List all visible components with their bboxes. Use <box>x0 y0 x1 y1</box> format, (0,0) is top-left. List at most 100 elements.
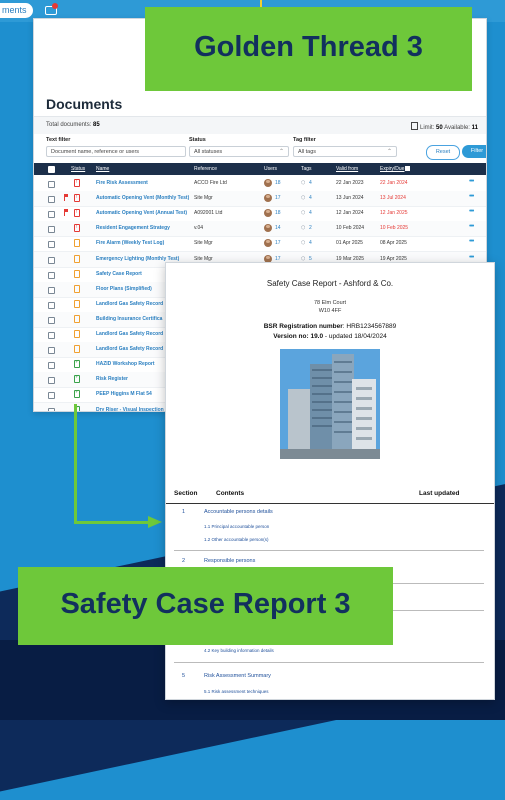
users-count[interactable]: 17 <box>275 195 281 201</box>
document-name-link[interactable]: Risk Register <box>96 376 128 382</box>
row-checkbox[interactable] <box>48 211 55 219</box>
status-icon <box>74 314 80 323</box>
tag-filter-select[interactable]: All tags ⌃ <box>293 146 397 157</box>
row-checkbox[interactable] <box>48 347 55 355</box>
document-reference: A092001 Ltd <box>194 210 223 217</box>
tags-count[interactable]: 4 <box>309 180 312 186</box>
document-name-link[interactable]: Dry Riser - Visual Inspection <box>96 407 164 412</box>
more-actions-icon[interactable]: ••• <box>469 254 474 261</box>
table-row[interactable]: Automatic Opening Vent (Annual Test) A092… <box>34 206 486 223</box>
valid-from-date: 01 Apr 2025 <box>336 240 363 247</box>
row-checkbox[interactable] <box>48 241 55 249</box>
document-name-link[interactable]: Floor Plans (Simplified) <box>96 286 152 292</box>
row-checkbox[interactable] <box>48 362 55 370</box>
document-name-link[interactable]: Fire Risk Assessment <box>96 180 148 186</box>
document-name-link[interactable]: Safety Case Report <box>96 271 142 277</box>
column-expiry[interactable]: Expiry/Due <box>380 166 411 172</box>
document-name-link[interactable]: Fire Alarm (Weekly Test Log) <box>96 240 164 246</box>
toc-divider <box>174 662 484 663</box>
row-checkbox[interactable] <box>48 286 55 294</box>
toc-section-number: 2 <box>182 558 186 564</box>
toc-subsection-link[interactable]: 4.2 Key building information details <box>204 648 274 653</box>
reset-button[interactable]: Reset <box>426 145 460 160</box>
document-reference: v.04 <box>194 225 204 232</box>
filter-button[interactable]: Filter <box>462 145 486 158</box>
table-row[interactable]: Resident Engagement Strategy v.04 14 ⬡2 10 F… <box>34 221 486 238</box>
status-icon <box>74 254 80 263</box>
tag-icon: ⬡ <box>301 225 306 232</box>
status-filter-label: Status <box>189 137 206 143</box>
row-checkbox[interactable] <box>48 271 55 279</box>
tags-count[interactable]: 2 <box>309 225 312 231</box>
document-name-link[interactable]: Emergency Lighting (Monthly Test) <box>96 256 179 262</box>
document-name-link[interactable]: Landlord Gas Safety Record <box>96 301 163 307</box>
tags-count[interactable]: 4 <box>309 195 312 201</box>
status-filter-select[interactable]: All statuses ⌃ <box>189 146 289 157</box>
sort-icon <box>405 166 411 171</box>
toc-section-link[interactable]: Accountable persons details <box>204 509 273 515</box>
row-checkbox[interactable] <box>48 226 55 234</box>
column-name[interactable]: Name <box>96 166 109 172</box>
document-name-link[interactable]: Automatic Opening Vent (Monthly Test) <box>96 195 189 201</box>
toc-subsection-link[interactable]: 1.1 Principal accountable person <box>204 524 269 529</box>
arrow-connector-horizontal <box>74 521 150 524</box>
row-checkbox[interactable] <box>48 392 55 400</box>
column-expiry-label: Expiry/Due <box>380 166 405 172</box>
address-line-2: W10 4FF <box>318 308 342 314</box>
document-name-link[interactable]: Landlord Gas Safety Record <box>96 346 163 352</box>
chevron-down-icon: ⌃ <box>278 149 284 155</box>
more-actions-icon[interactable]: ••• <box>469 193 474 200</box>
expiry-date: 12 Jan 2025 <box>380 210 408 217</box>
toc-section-link[interactable]: Risk Assessment Summary <box>204 673 271 679</box>
row-checkbox[interactable] <box>48 332 55 339</box>
notification-badge <box>52 3 58 9</box>
column-valid-from[interactable]: Valid from <box>336 166 358 172</box>
users-count[interactable]: 17 <box>275 256 281 262</box>
row-checkbox[interactable] <box>48 301 55 309</box>
tags-count[interactable]: 4 <box>309 210 312 216</box>
toc-section-link[interactable]: Responsible persons <box>204 558 255 564</box>
select-all-checkbox[interactable] <box>48 166 55 173</box>
row-checkbox[interactable] <box>48 407 55 411</box>
row-checkbox[interactable] <box>48 377 55 385</box>
text-filter-placeholder: Document name, reference or users <box>51 149 140 155</box>
document-name-link[interactable]: PEEP Higgins M Flat 54 <box>96 391 152 397</box>
tags-count[interactable]: 5 <box>309 256 312 262</box>
documents-tab[interactable]: ments <box>0 3 33 18</box>
users-avatar-icon <box>264 209 272 218</box>
users-count[interactable]: 18 <box>275 210 281 216</box>
report-registration: BSR Registration number: HRB1234567889 V… <box>166 322 494 342</box>
document-name-link[interactable]: Automatic Opening Vent (Annual Test) <box>96 210 187 216</box>
limit-info: Limit: 50 Available: 11 <box>411 122 478 131</box>
status-icon <box>74 330 80 338</box>
column-status[interactable]: Status <box>71 166 85 172</box>
text-filter-input[interactable]: Document name, reference or users <box>46 146 186 157</box>
users-count[interactable]: 18 <box>275 180 281 186</box>
document-name-link[interactable]: HAZID Workshop Report <box>96 361 155 367</box>
more-actions-icon[interactable]: ••• <box>469 238 474 245</box>
toc-subsection-link[interactable]: 1.2 Other accountable person(s) <box>204 537 269 542</box>
status-filter-value: All statuses <box>194 149 223 155</box>
flag-icon <box>64 209 68 217</box>
available-label: Available: <box>444 125 470 131</box>
valid-from-date: 12 Jan 2024 <box>336 210 364 217</box>
tag-filter-label: Tag filter <box>293 137 316 143</box>
users-count[interactable]: 17 <box>275 240 281 246</box>
table-row[interactable]: Automatic Opening Vent (Monthly Test) Sit… <box>34 191 486 208</box>
document-name-link[interactable]: Resident Engagement Strategy <box>96 225 170 231</box>
row-checkbox[interactable] <box>48 196 55 204</box>
more-actions-icon[interactable]: ••• <box>469 178 474 185</box>
toc-subsection-link[interactable]: 5.1 Risk assessment techniques <box>204 689 269 694</box>
row-checkbox[interactable] <box>48 316 55 324</box>
table-row[interactable]: Fire Risk Assessment ACCO Fire Ltd 18 ⬡4 22 … <box>34 176 486 192</box>
document-name-link[interactable]: Building Insurance Certifica <box>96 316 162 322</box>
table-row[interactable]: Fire Alarm (Weekly Test Log) Site Mgr 17 ⬡ 4… <box>34 236 486 253</box>
tags-count[interactable]: 4 <box>309 240 312 246</box>
users-count[interactable]: 14 <box>275 225 281 231</box>
row-checkbox[interactable] <box>48 256 55 264</box>
more-actions-icon[interactable]: ••• <box>469 208 474 215</box>
toc-updated-header: Last updated <box>419 490 460 497</box>
document-name-link[interactable]: Landlord Gas Safety Record <box>96 331 163 337</box>
more-actions-icon[interactable]: ••• <box>469 223 474 230</box>
row-checkbox[interactable] <box>48 181 55 188</box>
